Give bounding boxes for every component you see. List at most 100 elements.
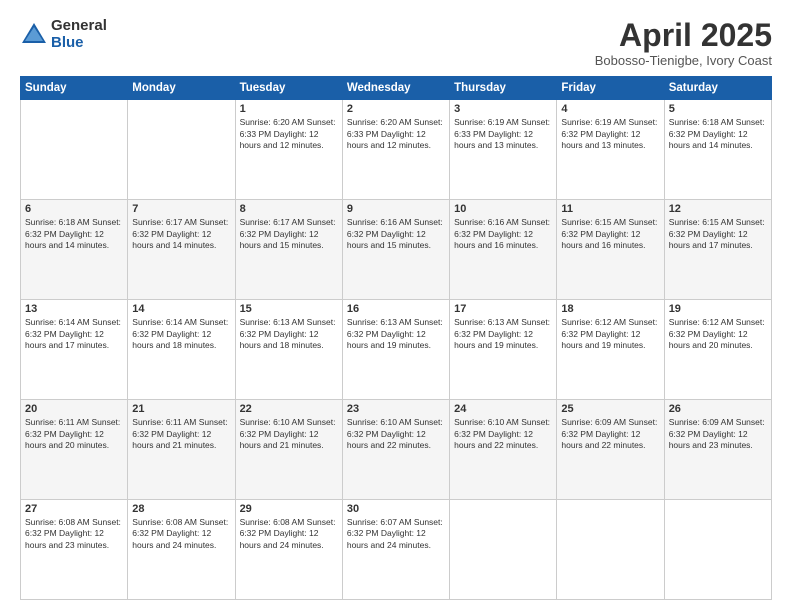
table-row: 14 Sunrise: 6:14 AM Sunset: 6:32 PM Dayli… bbox=[128, 300, 235, 400]
table-row: 11Sunrise: 6:15 AM Sunset: 6:32 PM Dayli… bbox=[557, 200, 664, 300]
table-row bbox=[21, 100, 128, 200]
day-info: Sunrise: 6:10 AM Sunset: 6:32 PM Dayligh… bbox=[454, 417, 552, 451]
table-row: 25Sunrise: 6:09 AM Sunset: 6:32 PM Dayli… bbox=[557, 400, 664, 500]
day-number: 10 bbox=[454, 203, 552, 215]
table-row: 27 Sunrise: 6:08 AM Sunset: 6:32 PM Dayli… bbox=[21, 500, 128, 600]
day-number: 1 bbox=[240, 103, 338, 115]
day-info: Sunrise: 6:14 AM Sunset: 6:32 PM Dayligh… bbox=[132, 317, 230, 351]
day-number: 24 bbox=[454, 403, 552, 415]
table-row: 17 Sunrise: 6:13 AM Sunset: 6:32 PM Dayli… bbox=[450, 300, 557, 400]
day-info: Sunrise: 6:18 AM Sunset: 6:32 PM Dayligh… bbox=[669, 117, 767, 151]
table-row: 1 Sunrise: 6:20 AM Sunset: 6:33 PM Daylig… bbox=[235, 100, 342, 200]
table-row: 10 Sunrise: 6:16 AM Sunset: 6:32 PM Dayli… bbox=[450, 200, 557, 300]
table-row bbox=[450, 500, 557, 600]
day-number: 8 bbox=[240, 203, 338, 215]
day-number: 3 bbox=[454, 103, 552, 115]
calendar-week-3: 20 Sunrise: 6:11 AM Sunset: 6:32 PM Dayli… bbox=[21, 400, 772, 500]
location: Bobosso-Tienigbe, Ivory Coast bbox=[595, 53, 772, 68]
day-number: 6 bbox=[25, 203, 123, 215]
day-info: Sunrise: 6:08 AM Sunset: 6:32 PM Dayligh… bbox=[240, 517, 338, 551]
table-row: 4Sunrise: 6:19 AM Sunset: 6:32 PM Daylig… bbox=[557, 100, 664, 200]
day-info: Sunrise: 6:15 AM Sunset: 6:32 PM Dayligh… bbox=[669, 217, 767, 251]
day-info: Sunrise: 6:15 AM Sunset: 6:32 PM Dayligh… bbox=[561, 217, 659, 251]
day-info: Sunrise: 6:09 AM Sunset: 6:32 PM Dayligh… bbox=[669, 417, 767, 451]
day-number: 29 bbox=[240, 503, 338, 515]
day-info: Sunrise: 6:20 AM Sunset: 6:33 PM Dayligh… bbox=[240, 117, 338, 151]
day-info: Sunrise: 6:11 AM Sunset: 6:32 PM Dayligh… bbox=[132, 417, 230, 451]
logo-text: General Blue bbox=[51, 18, 107, 51]
day-number: 12 bbox=[669, 203, 767, 215]
calendar-week-4: 27 Sunrise: 6:08 AM Sunset: 6:32 PM Dayli… bbox=[21, 500, 772, 600]
calendar-week-2: 13 Sunrise: 6:14 AM Sunset: 6:32 PM Dayli… bbox=[21, 300, 772, 400]
day-number: 23 bbox=[347, 403, 445, 415]
table-row: 12 Sunrise: 6:15 AM Sunset: 6:32 PM Dayli… bbox=[664, 200, 771, 300]
table-row: 18 Sunrise: 6:12 AM Sunset: 6:32 PM Dayli… bbox=[557, 300, 664, 400]
day-info: Sunrise: 6:20 AM Sunset: 6:33 PM Dayligh… bbox=[347, 117, 445, 151]
day-number: 13 bbox=[25, 303, 123, 315]
col-sunday: Sunday bbox=[21, 77, 128, 100]
table-row: 13 Sunrise: 6:14 AM Sunset: 6:32 PM Dayli… bbox=[21, 300, 128, 400]
col-saturday: Saturday bbox=[664, 77, 771, 100]
calendar-week-0: 1 Sunrise: 6:20 AM Sunset: 6:33 PM Daylig… bbox=[21, 100, 772, 200]
day-number: 7 bbox=[132, 203, 230, 215]
day-info: Sunrise: 6:18 AM Sunset: 6:32 PM Dayligh… bbox=[25, 217, 123, 251]
day-info: Sunrise: 6:13 AM Sunset: 6:32 PM Dayligh… bbox=[240, 317, 338, 351]
day-number: 19 bbox=[669, 303, 767, 315]
calendar-week-1: 6 Sunrise: 6:18 AM Sunset: 6:32 PM Daylig… bbox=[21, 200, 772, 300]
calendar-table: Sunday Monday Tuesday Wednesday Thursday… bbox=[20, 76, 772, 600]
col-thursday: Thursday bbox=[450, 77, 557, 100]
day-number: 14 bbox=[132, 303, 230, 315]
col-tuesday: Tuesday bbox=[235, 77, 342, 100]
table-row: 20Sunrise: 6:11 AM Sunset: 6:32 PM Dayli… bbox=[21, 400, 128, 500]
table-row: 19 Sunrise: 6:12 AM Sunset: 6:32 PM Dayli… bbox=[664, 300, 771, 400]
table-row: 2Sunrise: 6:20 AM Sunset: 6:33 PM Daylig… bbox=[342, 100, 449, 200]
day-info: Sunrise: 6:14 AM Sunset: 6:32 PM Dayligh… bbox=[25, 317, 123, 351]
day-info: Sunrise: 6:07 AM Sunset: 6:32 PM Dayligh… bbox=[347, 517, 445, 551]
logo-blue: Blue bbox=[51, 35, 107, 52]
header: General Blue April 2025 Bobosso-Tienigbe… bbox=[20, 18, 772, 68]
day-info: Sunrise: 6:08 AM Sunset: 6:32 PM Dayligh… bbox=[25, 517, 123, 551]
day-number: 9 bbox=[347, 203, 445, 215]
table-row: 5Sunrise: 6:18 AM Sunset: 6:32 PM Daylig… bbox=[664, 100, 771, 200]
day-info: Sunrise: 6:08 AM Sunset: 6:32 PM Dayligh… bbox=[132, 517, 230, 551]
day-number: 21 bbox=[132, 403, 230, 415]
table-row: 6 Sunrise: 6:18 AM Sunset: 6:32 PM Daylig… bbox=[21, 200, 128, 300]
title-block: April 2025 Bobosso-Tienigbe, Ivory Coast bbox=[595, 18, 772, 68]
col-monday: Monday bbox=[128, 77, 235, 100]
table-row: 30 Sunrise: 6:07 AM Sunset: 6:32 PM Dayli… bbox=[342, 500, 449, 600]
day-number: 27 bbox=[25, 503, 123, 515]
table-row: 21 Sunrise: 6:11 AM Sunset: 6:32 PM Dayli… bbox=[128, 400, 235, 500]
logo-icon bbox=[20, 21, 48, 49]
col-friday: Friday bbox=[557, 77, 664, 100]
day-info: Sunrise: 6:12 AM Sunset: 6:32 PM Dayligh… bbox=[561, 317, 659, 351]
day-info: Sunrise: 6:17 AM Sunset: 6:32 PM Dayligh… bbox=[132, 217, 230, 251]
table-row: 23Sunrise: 6:10 AM Sunset: 6:32 PM Dayli… bbox=[342, 400, 449, 500]
logo: General Blue bbox=[20, 18, 107, 51]
table-row: 9 Sunrise: 6:16 AM Sunset: 6:32 PM Daylig… bbox=[342, 200, 449, 300]
day-info: Sunrise: 6:19 AM Sunset: 6:32 PM Dayligh… bbox=[561, 117, 659, 151]
table-row: 26 Sunrise: 6:09 AM Sunset: 6:32 PM Dayli… bbox=[664, 400, 771, 500]
table-row bbox=[128, 100, 235, 200]
day-info: Sunrise: 6:16 AM Sunset: 6:32 PM Dayligh… bbox=[347, 217, 445, 251]
day-info: Sunrise: 6:16 AM Sunset: 6:32 PM Dayligh… bbox=[454, 217, 552, 251]
day-info: Sunrise: 6:13 AM Sunset: 6:32 PM Dayligh… bbox=[347, 317, 445, 351]
day-number: 18 bbox=[561, 303, 659, 315]
page: General Blue April 2025 Bobosso-Tienigbe… bbox=[0, 0, 792, 612]
day-number: 30 bbox=[347, 503, 445, 515]
table-row: 3Sunrise: 6:19 AM Sunset: 6:33 PM Daylig… bbox=[450, 100, 557, 200]
table-row bbox=[557, 500, 664, 600]
day-number: 15 bbox=[240, 303, 338, 315]
day-number: 28 bbox=[132, 503, 230, 515]
day-number: 26 bbox=[669, 403, 767, 415]
table-row: 15 Sunrise: 6:13 AM Sunset: 6:32 PM Dayli… bbox=[235, 300, 342, 400]
day-info: Sunrise: 6:10 AM Sunset: 6:32 PM Dayligh… bbox=[240, 417, 338, 451]
month-title: April 2025 bbox=[595, 18, 772, 53]
day-number: 17 bbox=[454, 303, 552, 315]
table-row: 24 Sunrise: 6:10 AM Sunset: 6:32 PM Dayli… bbox=[450, 400, 557, 500]
day-number: 20 bbox=[25, 403, 123, 415]
day-info: Sunrise: 6:12 AM Sunset: 6:32 PM Dayligh… bbox=[669, 317, 767, 351]
table-row: 7 Sunrise: 6:17 AM Sunset: 6:32 PM Daylig… bbox=[128, 200, 235, 300]
table-row: 8Sunrise: 6:17 AM Sunset: 6:32 PM Daylig… bbox=[235, 200, 342, 300]
calendar-header-row: Sunday Monday Tuesday Wednesday Thursday… bbox=[21, 77, 772, 100]
day-info: Sunrise: 6:13 AM Sunset: 6:32 PM Dayligh… bbox=[454, 317, 552, 351]
